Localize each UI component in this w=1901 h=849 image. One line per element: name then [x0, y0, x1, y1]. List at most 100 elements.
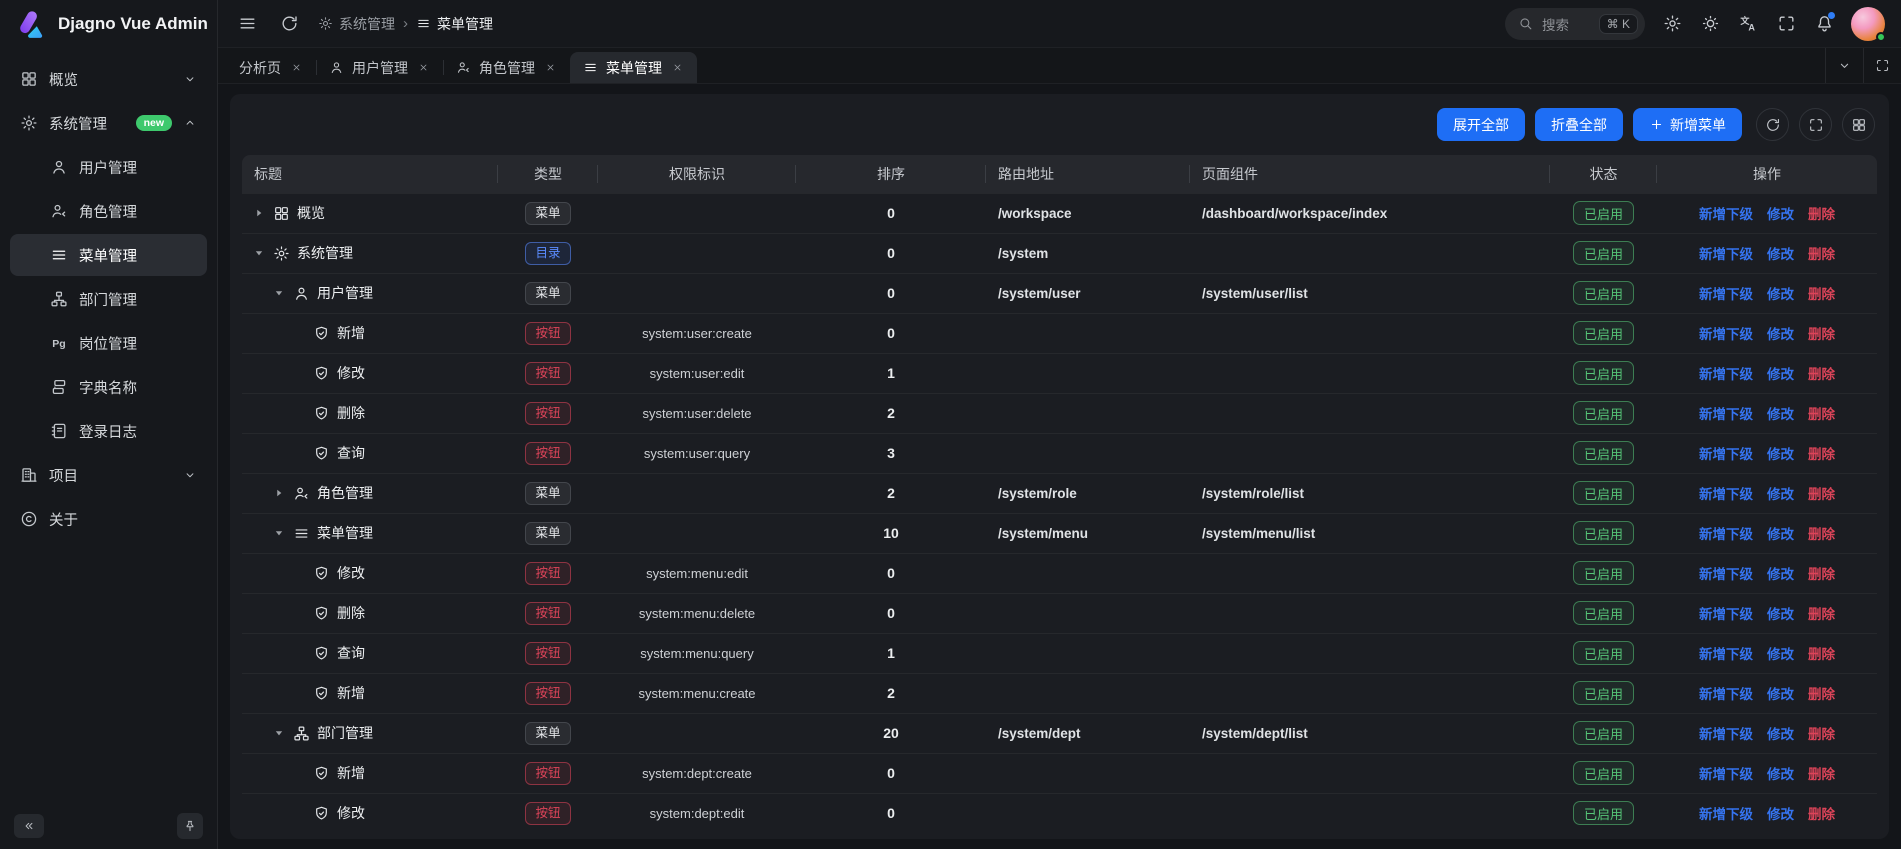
theme-button[interactable]: [1697, 11, 1723, 37]
table-row: 概览菜单0/workspace/dashboard/workspace/inde…: [242, 193, 1877, 233]
tab-close-icon[interactable]: [543, 61, 557, 75]
sidebar-collapse-button[interactable]: [14, 814, 44, 838]
delete-link[interactable]: 删除: [1808, 567, 1835, 582]
breadcrumb-label: 系统管理: [339, 14, 395, 34]
edit-link[interactable]: 修改: [1767, 767, 1794, 782]
add-child-link[interactable]: 新增下级: [1699, 647, 1753, 662]
table-refresh-button[interactable]: [1756, 108, 1789, 141]
fullscreen-button[interactable]: [1773, 11, 1799, 37]
add-child-link[interactable]: 新增下级: [1699, 487, 1753, 502]
delete-link[interactable]: 删除: [1808, 767, 1835, 782]
tab-close-icon[interactable]: [416, 61, 430, 75]
caret-down-icon[interactable]: [252, 246, 266, 260]
perm-cell: system:dept:edit: [598, 793, 796, 829]
tabs-maximize-button[interactable]: [1863, 48, 1901, 83]
edit-link[interactable]: 修改: [1767, 247, 1794, 262]
edit-link[interactable]: 修改: [1767, 487, 1794, 502]
add-child-link[interactable]: 新增下级: [1699, 767, 1753, 782]
edit-link[interactable]: 修改: [1767, 727, 1794, 742]
sidebar-item-role[interactable]: 角色管理: [10, 190, 207, 232]
sidebar-item-about[interactable]: 关于: [10, 498, 207, 540]
tab-analytics[interactable]: 分析页: [226, 52, 316, 83]
add-child-link[interactable]: 新增下级: [1699, 447, 1753, 462]
delete-link[interactable]: 删除: [1808, 527, 1835, 542]
tab-close-icon[interactable]: [289, 61, 303, 75]
add-child-link[interactable]: 新增下级: [1699, 407, 1753, 422]
caret-down-icon[interactable]: [272, 286, 286, 300]
page-refresh-button[interactable]: [276, 11, 302, 37]
add-child-link[interactable]: 新增下级: [1699, 287, 1753, 302]
edit-link[interactable]: 修改: [1767, 367, 1794, 382]
add-child-link[interactable]: 新增下级: [1699, 207, 1753, 222]
actions-cell: 新增下级修改删除: [1657, 753, 1877, 793]
edit-link[interactable]: 修改: [1767, 407, 1794, 422]
add-menu-button[interactable]: 新增菜单: [1633, 108, 1742, 141]
table-fullscreen-button[interactable]: [1799, 108, 1832, 141]
sidebar-item-system[interactable]: 系统管理new: [10, 102, 207, 144]
breadcrumb-item-system[interactable]: 系统管理: [318, 14, 395, 34]
tab-user[interactable]: 用户管理: [316, 52, 443, 83]
sidebar-item-user[interactable]: 用户管理: [10, 146, 207, 188]
add-child-link[interactable]: 新增下级: [1699, 527, 1753, 542]
edit-link[interactable]: 修改: [1767, 327, 1794, 342]
delete-link[interactable]: 删除: [1808, 287, 1835, 302]
add-child-link[interactable]: 新增下级: [1699, 807, 1753, 822]
add-child-link[interactable]: 新增下级: [1699, 607, 1753, 622]
sidebar-item-dept[interactable]: 部门管理: [10, 278, 207, 320]
edit-link[interactable]: 修改: [1767, 447, 1794, 462]
sidebar-item-menu[interactable]: 菜单管理: [10, 234, 207, 276]
add-child-link[interactable]: 新增下级: [1699, 367, 1753, 382]
tab-role[interactable]: 角色管理: [443, 52, 570, 83]
actions-cell: 新增下级修改删除: [1657, 193, 1877, 233]
notifications-button[interactable]: [1811, 11, 1837, 37]
collapse-all-button[interactable]: 折叠全部: [1535, 108, 1623, 141]
edit-link[interactable]: 修改: [1767, 807, 1794, 822]
sidebar-item-overview[interactable]: 概览: [10, 58, 207, 100]
sidebar-pin-button[interactable]: [177, 813, 203, 839]
settings-button[interactable]: [1659, 11, 1685, 37]
sidebar-item-log[interactable]: 登录日志: [10, 410, 207, 452]
sort-cell: 10: [796, 513, 986, 553]
delete-link[interactable]: 删除: [1808, 807, 1835, 822]
edit-link[interactable]: 修改: [1767, 607, 1794, 622]
delete-link[interactable]: 删除: [1808, 447, 1835, 462]
avatar[interactable]: [1851, 7, 1885, 41]
edit-link[interactable]: 修改: [1767, 207, 1794, 222]
delete-link[interactable]: 删除: [1808, 607, 1835, 622]
tab-menu[interactable]: 菜单管理: [570, 52, 697, 83]
search-input[interactable]: 搜索 ⌘ K: [1505, 8, 1645, 40]
caret-right-icon[interactable]: [272, 486, 286, 500]
add-child-link[interactable]: 新增下级: [1699, 247, 1753, 262]
edit-link[interactable]: 修改: [1767, 647, 1794, 662]
add-child-link[interactable]: 新增下级: [1699, 727, 1753, 742]
caret-down-icon[interactable]: [272, 726, 286, 740]
expand-all-button[interactable]: 展开全部: [1437, 108, 1525, 141]
tabs-dropdown-button[interactable]: [1825, 48, 1863, 83]
delete-link[interactable]: 删除: [1808, 647, 1835, 662]
add-child-link[interactable]: 新增下级: [1699, 327, 1753, 342]
table-columns-button[interactable]: [1842, 108, 1875, 141]
delete-link[interactable]: 删除: [1808, 207, 1835, 222]
sidebar-item-post[interactable]: Pg岗位管理: [10, 322, 207, 364]
sidebar-item-project[interactable]: 项目: [10, 454, 207, 496]
sidebar-item-dict[interactable]: 字典名称: [10, 366, 207, 408]
delete-link[interactable]: 删除: [1808, 687, 1835, 702]
delete-link[interactable]: 删除: [1808, 247, 1835, 262]
caret-down-icon[interactable]: [272, 526, 286, 540]
add-child-link[interactable]: 新增下级: [1699, 567, 1753, 582]
edit-link[interactable]: 修改: [1767, 527, 1794, 542]
delete-link[interactable]: 删除: [1808, 327, 1835, 342]
delete-link[interactable]: 删除: [1808, 407, 1835, 422]
breadcrumb-item-menu[interactable]: 菜单管理: [416, 14, 493, 34]
add-child-link[interactable]: 新增下级: [1699, 687, 1753, 702]
caret-right-icon[interactable]: [252, 206, 266, 220]
delete-link[interactable]: 删除: [1808, 487, 1835, 502]
delete-link[interactable]: 删除: [1808, 727, 1835, 742]
edit-link[interactable]: 修改: [1767, 567, 1794, 582]
edit-link[interactable]: 修改: [1767, 687, 1794, 702]
sidebar-toggle-button[interactable]: [234, 11, 260, 37]
edit-link[interactable]: 修改: [1767, 287, 1794, 302]
tab-close-icon[interactable]: [670, 61, 684, 75]
delete-link[interactable]: 删除: [1808, 367, 1835, 382]
language-button[interactable]: 文A: [1735, 11, 1761, 37]
